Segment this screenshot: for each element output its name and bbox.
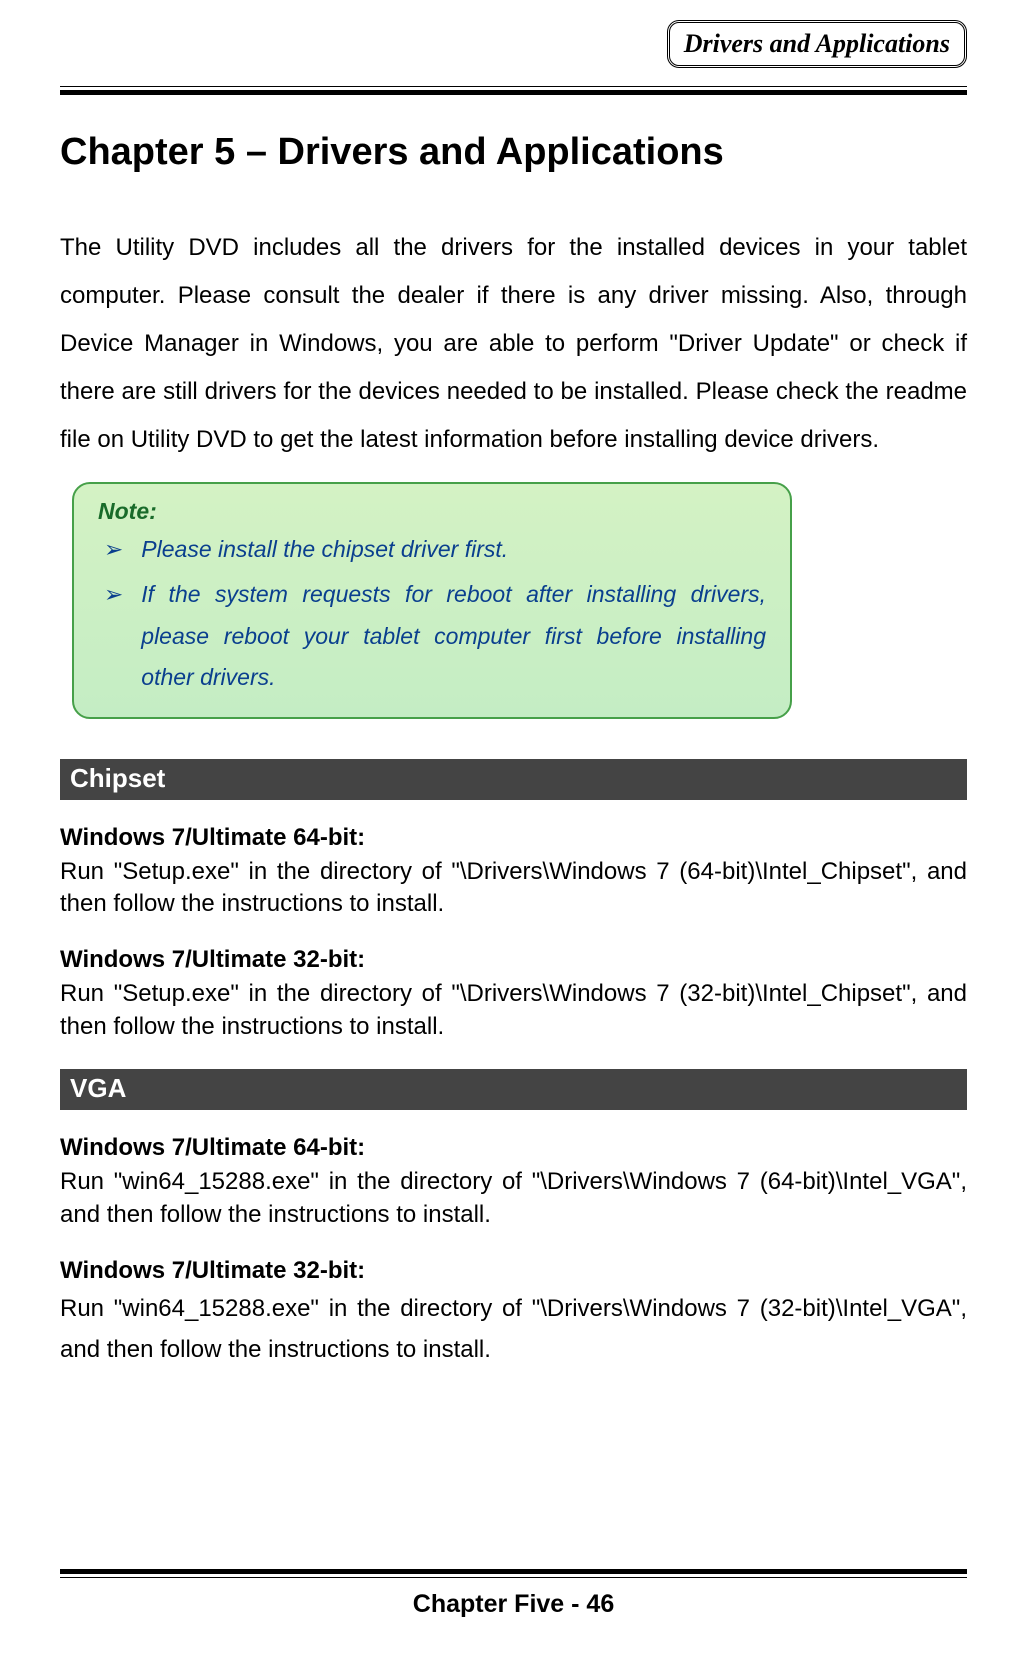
section-bar-chipset: Chipset [60, 759, 967, 800]
body-text: Run "Setup.exe" in the directory of "\Dr… [60, 978, 967, 1043]
page-footer: Chapter Five - 46 [60, 1569, 967, 1619]
subhead: Windows 7/Ultimate 64-bit: [60, 824, 967, 852]
body-text: Run "win64_15288.exe" in the directory o… [60, 1166, 967, 1231]
body-text: Run "Setup.exe" in the directory of "\Dr… [60, 856, 967, 921]
note-label: Note: [98, 498, 766, 525]
bullet-icon: ➢ [104, 574, 123, 698]
note-text: If the system requests for reboot after … [141, 574, 766, 698]
chapter-title: Chapter 5 – Drivers and Applications [60, 131, 967, 174]
header-tab: Drivers and Applications [667, 20, 967, 68]
subhead: Windows 7/Ultimate 32-bit: [60, 946, 967, 974]
subhead: Windows 7/Ultimate 32-bit: [60, 1257, 967, 1285]
section-bar-vga: VGA [60, 1069, 967, 1110]
note-item: ➢ If the system requests for reboot afte… [98, 574, 766, 698]
intro-paragraph: The Utility DVD includes all the drivers… [60, 224, 967, 464]
subhead: Windows 7/Ultimate 64-bit: [60, 1134, 967, 1162]
note-item: ➢ Please install the chipset driver firs… [98, 529, 766, 570]
body-text: Run "win64_15288.exe" in the directory o… [60, 1289, 967, 1371]
footer-text: Chapter Five - 46 [60, 1590, 967, 1619]
header-rule [60, 86, 967, 95]
note-box: Note: ➢ Please install the chipset drive… [72, 482, 792, 719]
note-text: Please install the chipset driver first. [141, 529, 766, 570]
bullet-icon: ➢ [104, 529, 123, 570]
